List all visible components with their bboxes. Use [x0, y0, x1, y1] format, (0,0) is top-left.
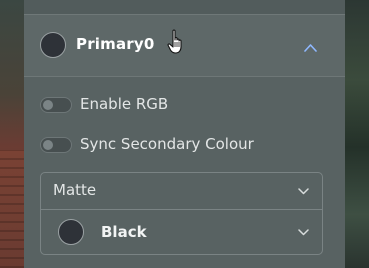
chevron-down-icon[interactable] [298, 188, 309, 195]
primary-color-swatch [40, 32, 66, 58]
color-swatch [58, 219, 84, 245]
toggle-row-sync-secondary[interactable]: Sync Secondary Colour [40, 134, 330, 154]
color-select-value[interactable]: Black [101, 223, 147, 241]
finish-select-value[interactable]: Matte [53, 181, 96, 199]
enable-rgb-toggle[interactable] [40, 97, 72, 113]
background-left [0, 0, 24, 268]
toggle-knob [43, 100, 53, 110]
toggle-knob [43, 140, 53, 150]
section-title: Primary0 [76, 35, 155, 53]
chevron-up-icon[interactable] [304, 41, 317, 54]
toggle-row-enable-rgb[interactable]: Enable RGB [40, 94, 330, 114]
background-right [345, 0, 369, 268]
panel-top-section [24, 0, 345, 15]
sync-secondary-toggle[interactable] [40, 137, 72, 153]
sync-secondary-label: Sync Secondary Colour [80, 135, 254, 153]
dropdown-divider [41, 209, 322, 210]
background-brick [0, 150, 24, 268]
chevron-down-icon[interactable] [298, 229, 309, 236]
finish-color-dropdown: Matte Black [40, 172, 323, 255]
enable-rgb-label: Enable RGB [80, 95, 169, 113]
hand-pointer-icon [167, 29, 182, 54]
